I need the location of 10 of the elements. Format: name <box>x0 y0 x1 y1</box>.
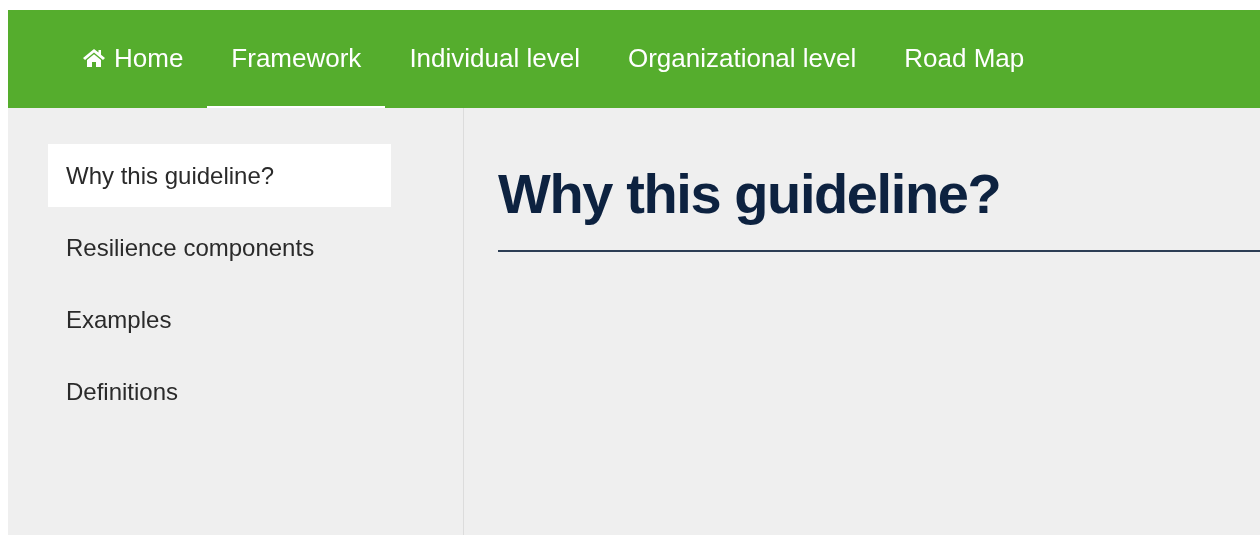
sidebar-item[interactable]: Resilience components <box>48 216 391 279</box>
page-heading: Why this guideline? <box>498 166 1260 252</box>
home-icon <box>82 48 106 68</box>
nav-link[interactable]: Individual level <box>385 10 604 108</box>
sidebar-item[interactable]: Examples <box>48 288 391 351</box>
sidebar-item[interactable]: Definitions <box>48 360 391 423</box>
nav-link[interactable]: Organizational level <box>603 10 881 108</box>
sidebar-item[interactable]: Why this guideline? <box>48 144 391 207</box>
nav-link[interactable]: Home <box>58 10 208 108</box>
nav-link[interactable]: Road Map <box>880 10 1049 108</box>
